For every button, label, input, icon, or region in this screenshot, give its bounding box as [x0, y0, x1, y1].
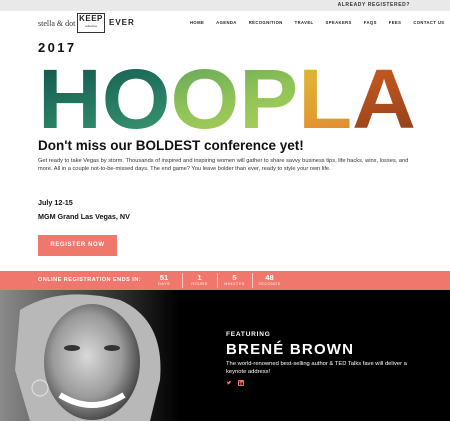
event-year: 2017 [38, 40, 77, 55]
countdown-label: ONLINE REGISTRATION ENDS IN: [38, 277, 142, 283]
event-venue: MGM Grand Las Vegas, NV [38, 212, 130, 221]
featuring-label: FEATURING [226, 331, 271, 338]
keep-collective-logo[interactable]: KEEP collective [77, 13, 105, 33]
register-now-button[interactable]: REGISTER NOW [38, 235, 117, 256]
nav-fees[interactable]: FEES [389, 20, 402, 25]
linkedin-icon[interactable] [238, 380, 244, 386]
countdown-minutes: 5 MINUTES [217, 273, 251, 288]
top-utility-bar: ALREADY REGISTERED? [0, 0, 450, 11]
keep-logo-subtext: collective [84, 24, 98, 28]
countdown-days: 51 DAYS [147, 273, 181, 288]
nav-contact-us[interactable]: CONTACT US [413, 20, 444, 25]
nav-agenda[interactable]: AGENDA [216, 20, 237, 25]
countdown-minutes-value: 5 [232, 273, 237, 282]
twitter-icon[interactable] [226, 380, 232, 386]
countdown-seconds-value: 48 [265, 273, 274, 282]
countdown-hours-value: 1 [197, 273, 202, 282]
speaker-name: BRENÉ BROWN [226, 341, 355, 358]
countdown-days-unit: DAYS [157, 282, 171, 286]
featured-speaker-section: FEATURING BRENÉ BROWN The world-renowned… [0, 290, 450, 421]
nav-faqs[interactable]: FAQS [364, 20, 377, 25]
countdown-days-value: 51 [159, 273, 169, 282]
speaker-bio: The world-renowned best-selling author &… [226, 361, 407, 375]
ever-logo[interactable]: EVER [109, 18, 135, 27]
hero-description: Get ready to take Vegas by storm. Thousa… [38, 158, 409, 172]
countdown-seconds-unit: SECONDS [258, 282, 281, 286]
hero-headline: Don't miss our BOLDEST conference yet! [38, 138, 304, 153]
nav-travel[interactable]: TRAVEL [295, 20, 314, 25]
registration-countdown-bar: ONLINE REGISTRATION ENDS IN: 51 DAYS 1 H… [0, 271, 450, 290]
nav-recognition[interactable]: RECOGNITION [249, 20, 283, 25]
stella-dot-logo[interactable]: stella & dot [38, 19, 75, 28]
nav-speakers[interactable]: SPEAKERS [326, 20, 352, 25]
site-header: stella & dot KEEP collective EVER HOME A… [0, 11, 450, 35]
nav-home[interactable]: HOME [190, 20, 204, 25]
main-nav: HOME AGENDA RECOGNITION TRAVEL SPEAKERS … [190, 20, 450, 25]
countdown-hours: 1 HOURS [182, 273, 216, 288]
hoopla-wordmark: HOOPLA [38, 62, 418, 132]
speaker-social-links [226, 380, 244, 386]
countdown-seconds: 48 SECONDS [252, 273, 286, 288]
event-dates: July 12-15 [38, 198, 73, 207]
countdown-minutes-unit: MINUTES [224, 282, 245, 286]
countdown-hours-unit: HOURS [191, 282, 208, 286]
already-registered-link[interactable]: ALREADY REGISTERED? [338, 2, 410, 8]
keep-logo-text: KEEP [79, 14, 103, 23]
speaker-photo [0, 290, 180, 421]
